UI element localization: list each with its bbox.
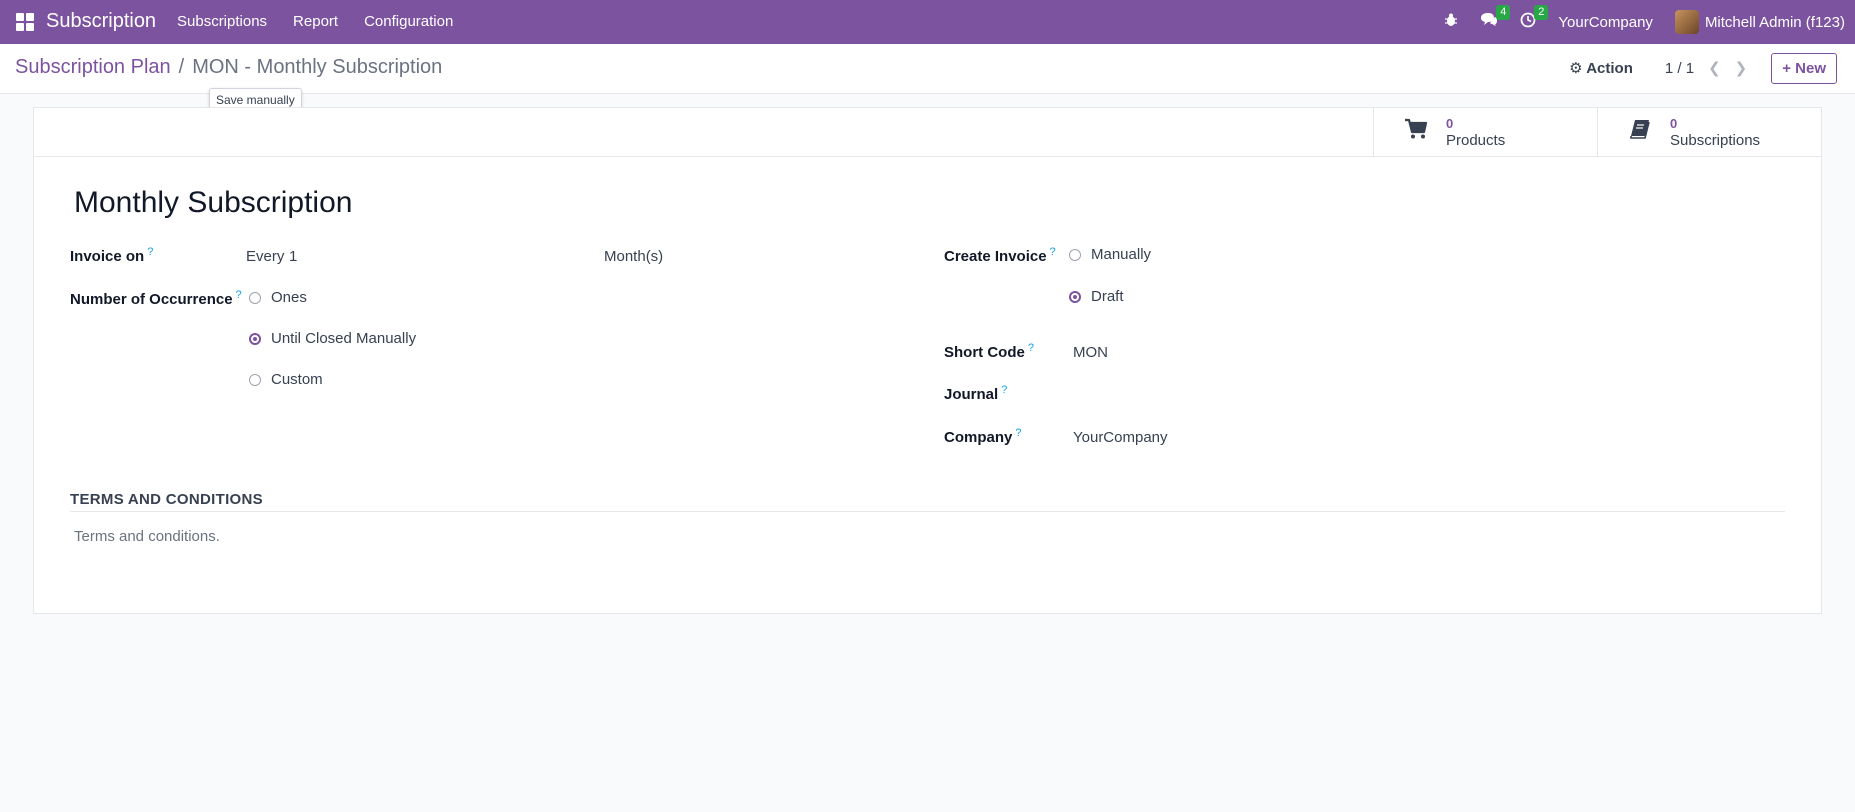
record-title[interactable]: Monthly Subscription xyxy=(74,186,352,220)
control-panel: Subscription Plan / MON - Monthly Subscrip… xyxy=(0,44,1855,94)
company-input[interactable]: YourCompany xyxy=(1073,429,1168,446)
help-icon[interactable]: ? xyxy=(1015,427,1021,439)
radio-label: Custom xyxy=(271,371,323,388)
radio-label: Ones xyxy=(271,289,307,306)
company-label-text: Company xyxy=(944,429,1013,446)
chat-icon[interactable]: 4 xyxy=(1480,5,1511,32)
help-icon[interactable]: ? xyxy=(1050,246,1056,258)
terms-input[interactable]: Terms and conditions. xyxy=(74,528,220,545)
invoice-on-label-text: Invoice on xyxy=(70,248,145,265)
menu-subscriptions[interactable]: Subscriptions xyxy=(177,13,267,30)
occurrence-label: Number of Occurrence? xyxy=(70,289,242,308)
section-divider xyxy=(70,511,1785,512)
terms-section-title: TERMS AND CONDITIONS xyxy=(70,491,263,508)
invoice-every-text: Every xyxy=(246,248,285,265)
new-label: New xyxy=(1795,59,1826,77)
smart-button-box: 0 Products 0 Subscriptions xyxy=(34,108,1821,157)
radio-label: Draft xyxy=(1091,288,1124,305)
app-title[interactable]: Subscription xyxy=(46,10,156,33)
journal-label-text: Journal xyxy=(944,386,999,403)
short-code-label: Short Code? xyxy=(944,342,1034,361)
main-menu: Subscriptions Report Configuration xyxy=(177,13,453,30)
menu-configuration[interactable]: Configuration xyxy=(364,13,453,30)
create-invoice-label-text: Create Invoice xyxy=(944,248,1047,265)
radio-button-selected[interactable] xyxy=(249,332,261,345)
control-right: ⚙ Action 1 / 1 ❮ ❯ + New xyxy=(1569,51,1837,85)
occurrence-option-ones[interactable]: Ones xyxy=(249,289,307,306)
short-code-input[interactable]: MON xyxy=(1073,344,1108,361)
book-icon xyxy=(1626,118,1654,146)
company-switcher[interactable]: YourCompany xyxy=(1558,14,1653,31)
apps-grid-icon[interactable] xyxy=(16,13,34,31)
gear-icon: ⚙ xyxy=(1569,60,1583,77)
form-sheet: 0 Products 0 Subscriptions Monthly Subsc… xyxy=(33,107,1822,614)
radio-button[interactable] xyxy=(249,373,261,386)
invoice-unit-select[interactable]: Month(s) xyxy=(604,248,663,265)
short-code-label-text: Short Code xyxy=(944,344,1025,361)
subscriptions-smart-button[interactable]: 0 Subscriptions xyxy=(1597,108,1820,156)
subscriptions-label: Subscriptions xyxy=(1670,132,1761,149)
help-icon[interactable]: ? xyxy=(1001,384,1007,396)
radio-button[interactable] xyxy=(249,291,261,304)
invoice-interval-input[interactable]: 1 xyxy=(289,248,297,265)
breadcrumb-current: MON - Monthly Subscription xyxy=(192,56,443,78)
help-icon[interactable]: ? xyxy=(1028,342,1034,354)
subscriptions-count: 0 xyxy=(1670,116,1678,131)
pager-value[interactable]: 1 / 1 xyxy=(1665,60,1694,77)
avatar xyxy=(1674,10,1699,34)
user-menu[interactable]: Mitchell Admin (f123) xyxy=(1674,10,1845,34)
pager-next-icon[interactable]: ❯ xyxy=(1735,59,1748,77)
messages-count-badge: 4 xyxy=(1496,5,1511,20)
cart-icon xyxy=(1402,118,1430,146)
radio-button[interactable] xyxy=(1069,248,1081,261)
create-invoice-option-draft[interactable]: Draft xyxy=(1069,288,1124,305)
breadcrumb: Subscription Plan / MON - Monthly Subscrip… xyxy=(15,56,442,79)
products-count: 0 xyxy=(1446,116,1454,131)
user-name: Mitchell Admin (f123) xyxy=(1704,13,1845,31)
occurrence-option-until-closed[interactable]: Until Closed Manually xyxy=(249,330,416,347)
occurrence-option-custom[interactable]: Custom xyxy=(249,371,323,388)
menu-report[interactable]: Report xyxy=(293,13,338,30)
help-icon[interactable]: ? xyxy=(236,289,242,301)
radio-label: Manually xyxy=(1091,246,1152,263)
action-menu-button[interactable]: ⚙ Action xyxy=(1569,59,1633,77)
journal-label: Journal? xyxy=(944,384,1007,403)
new-button[interactable]: + New xyxy=(1771,52,1837,84)
radio-label: Until Closed Manually xyxy=(271,330,417,347)
create-invoice-option-manually[interactable]: Manually xyxy=(1069,246,1151,263)
top-navbar: Subscription Subscriptions Report Config… xyxy=(0,0,1855,44)
company-label: Company? xyxy=(944,427,1021,446)
breadcrumb-separator: / xyxy=(178,56,185,78)
help-icon[interactable]: ? xyxy=(147,246,153,258)
products-label: Products xyxy=(1446,132,1506,149)
action-label: Action xyxy=(1586,60,1633,77)
create-invoice-label: Create Invoice? xyxy=(944,246,1056,265)
activities-count-badge: 2 xyxy=(1534,4,1549,20)
navbar-systray: 4 2 YourCompany Mitchell Admin (f123) xyxy=(1444,0,1855,44)
invoice-on-label: Invoice on? xyxy=(70,246,153,265)
clock-icon[interactable]: 2 xyxy=(1520,4,1549,33)
radio-button-selected[interactable] xyxy=(1069,290,1081,303)
breadcrumb-parent[interactable]: Subscription Plan xyxy=(15,56,171,78)
pager-previous-icon[interactable]: ❮ xyxy=(1708,59,1721,77)
occurrence-label-text: Number of Occurrence xyxy=(70,291,233,308)
plus-icon: + xyxy=(1782,59,1791,77)
bug-icon[interactable] xyxy=(1444,13,1458,32)
products-smart-button[interactable]: 0 Products xyxy=(1373,108,1596,156)
